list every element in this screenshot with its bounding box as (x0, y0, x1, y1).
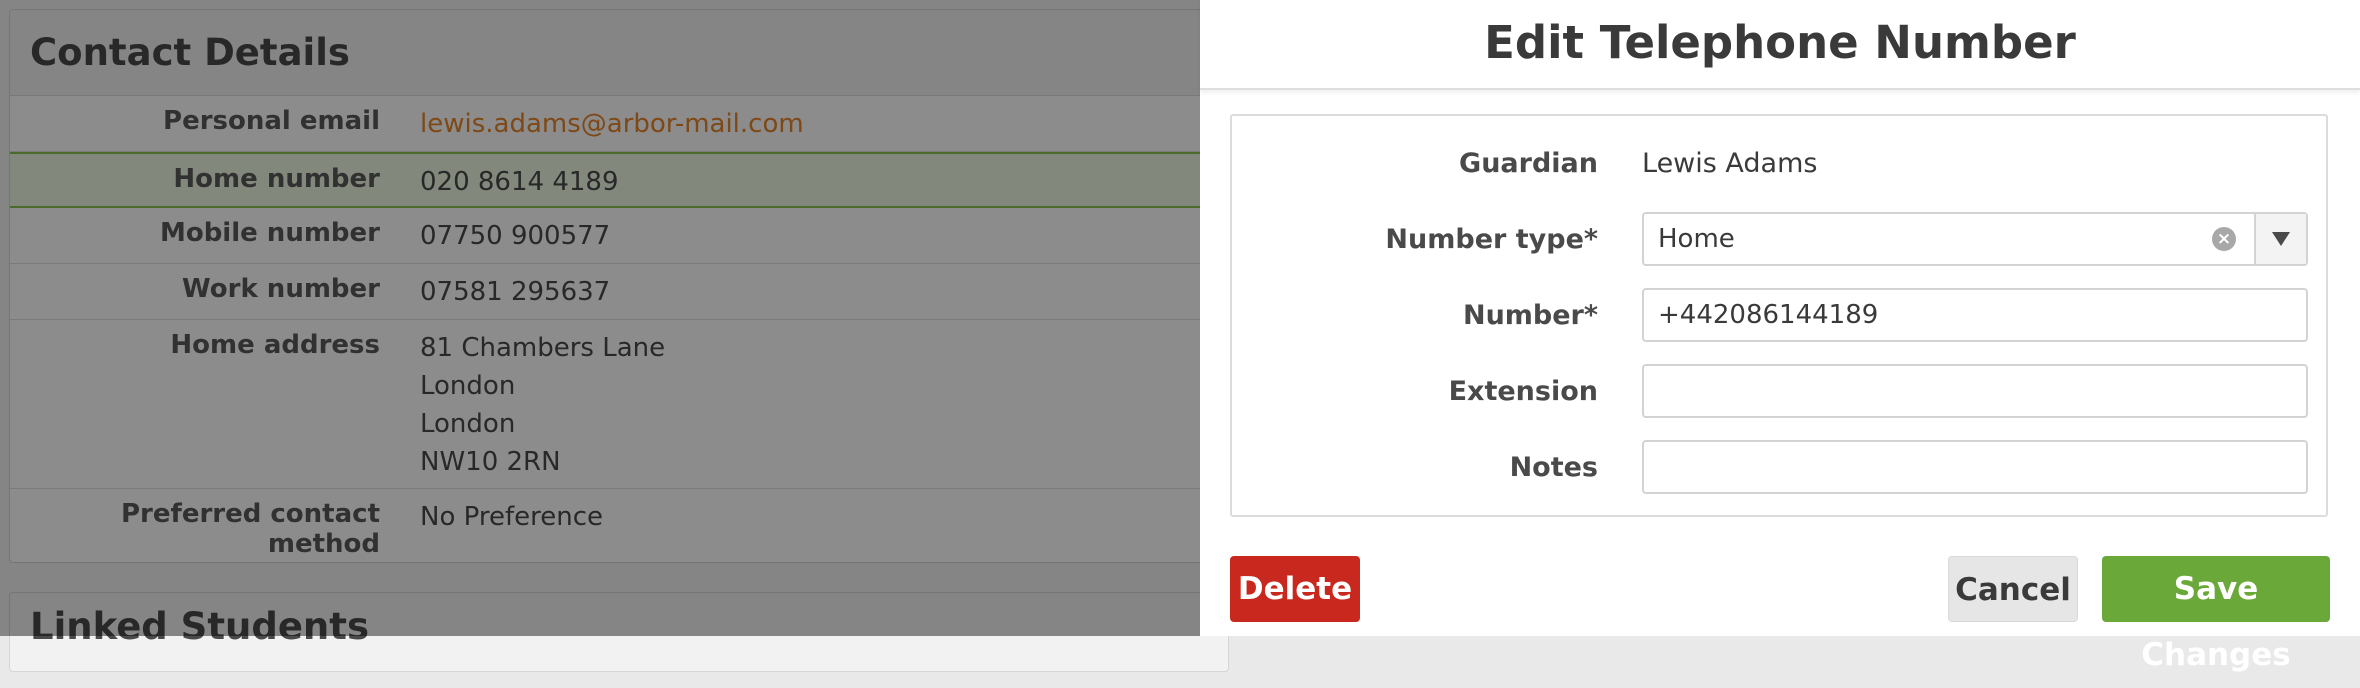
extension-input[interactable] (1642, 364, 2308, 418)
triangle-down-icon (2272, 232, 2290, 246)
delete-button[interactable]: Delete (1230, 556, 1360, 622)
extension-label: Extension (1448, 376, 1598, 407)
number-type-value: Home (1658, 224, 1735, 254)
edit-telephone-modal: Edit Telephone Number Guardian Lewis Ada… (1200, 0, 2360, 673)
modal-title: Edit Telephone Number (1200, 0, 2360, 90)
number-type-label: Number type* (1385, 224, 1598, 255)
guardian-label: Guardian (1459, 148, 1598, 179)
number-type-select[interactable]: Home × (1642, 212, 2308, 266)
telephone-form: Guardian Lewis Adams Number type* Home ×… (1230, 114, 2328, 517)
modal-backdrop[interactable] (0, 0, 1200, 636)
number-input[interactable] (1642, 288, 2308, 342)
notes-input[interactable] (1642, 440, 2308, 494)
cancel-button[interactable]: Cancel (1948, 556, 2078, 622)
number-label: Number* (1462, 300, 1598, 331)
notes-label: Notes (1509, 452, 1598, 483)
dropdown-toggle[interactable] (2254, 214, 2306, 264)
save-changes-button[interactable]: Save Changes (2102, 556, 2330, 673)
clear-circle-icon[interactable]: × (2212, 227, 2236, 251)
guardian-value: Lewis Adams (1642, 148, 1818, 179)
